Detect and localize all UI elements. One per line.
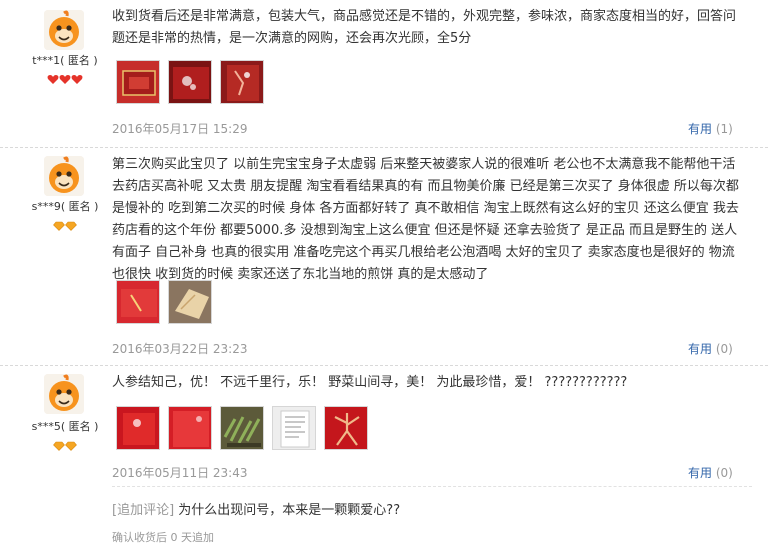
useful-count: (0): [715, 342, 733, 356]
herbs-photo: [221, 407, 263, 449]
gold-diamond-icon: [65, 221, 77, 231]
useful-vote[interactable]: 有用 (0): [688, 340, 733, 357]
gold-diamond-icon: [65, 441, 77, 451]
review-text: 收到货看后还是非常满意，包装大气，商品感觉还是不错的，外观完整，参味浓，商家态度…: [112, 9, 737, 46]
review-date: 2016年03月22日 23:23: [112, 342, 248, 356]
username: s***5( 匿名 ): [0, 418, 130, 434]
anonymous-label: ( 匿名 ): [60, 54, 98, 67]
useful-count: (0): [715, 466, 733, 480]
review-item: t***1( 匿名 ) 收到货看后还是非常满意，包装大气，商品感觉还是不错的，外…: [0, 0, 768, 148]
append-divider: [112, 486, 752, 487]
append-tag: [追加评论]: [112, 503, 175, 518]
append-text: 为什么出现问号，本来是一颗颗爱心??: [178, 503, 401, 518]
taobao-mascot-icon: [44, 156, 84, 196]
useful-button[interactable]: 有用: [688, 466, 712, 480]
anonymous-label: ( 匿名 ): [60, 200, 99, 213]
review-date: 2016年05月17日 15:29: [112, 122, 248, 136]
useful-vote[interactable]: 有用 (1): [688, 120, 733, 137]
username: t***1( 匿名 ): [0, 52, 130, 68]
review-photo[interactable]: [168, 280, 212, 324]
username: s***9( 匿名 ): [0, 198, 130, 214]
ginseng-photo: [325, 407, 367, 449]
avatar: [44, 156, 84, 196]
product-box-photo: [117, 407, 159, 449]
taobao-mascot-icon: [44, 10, 84, 50]
taobao-mascot-icon: [44, 374, 84, 414]
review-photo[interactable]: [324, 406, 368, 450]
gold-diamond-icon: [53, 221, 65, 231]
review-text: 人参结知己，优！ 不远千里行，乐！ 野菜山间寻，美！ 为此最珍惜，爱！ ????…: [112, 375, 628, 390]
red-heart-icon: [59, 75, 71, 84]
username-text: s***9: [31, 200, 61, 213]
useful-vote[interactable]: 有用 (0): [688, 464, 733, 481]
review-item: s***9( 匿名 ) 第三次购买此宝贝了 以前生完宝宝身子太虚弱 后来整天被婆…: [0, 148, 768, 366]
product-box-photo: [117, 61, 159, 103]
gold-diamond-icon: [53, 441, 65, 451]
buyer-rank: [0, 436, 130, 451]
product-box-photo: [169, 61, 211, 103]
product-box-photo: [221, 61, 263, 103]
buyer-rank: [0, 70, 130, 84]
pancake-photo: [169, 281, 211, 323]
review-date: 2016年05月11日 23:43: [112, 466, 248, 480]
useful-button[interactable]: 有用: [688, 122, 712, 136]
review-photo[interactable]: [168, 406, 212, 450]
review-photo[interactable]: [272, 406, 316, 450]
review-photo[interactable]: [116, 280, 160, 324]
avatar: [44, 374, 84, 414]
red-heart-icon: [71, 75, 83, 84]
appended-review: [追加评论] 为什么出现问号，本来是一颗颗爱心??: [112, 499, 752, 518]
review-text: 第三次购买此宝贝了 以前生完宝宝身子太虚弱 后来整天被婆家人说的很难听 老公也不…: [112, 157, 739, 282]
useful-count: (1): [715, 122, 733, 136]
username-text: t***1: [32, 54, 61, 67]
append-meta: 确认收货后 0 天追加: [112, 531, 214, 544]
review-photo[interactable]: [116, 60, 160, 104]
document-photo: [273, 407, 315, 449]
red-heart-icon: [47, 75, 59, 84]
product-box-photo: [169, 407, 211, 449]
review-photo[interactable]: [220, 60, 264, 104]
review-photo[interactable]: [220, 406, 264, 450]
username-text: s***5: [31, 420, 61, 433]
review-item: s***5( 匿名 ) 人参结知己，优！ 不远千里行，乐！ 野菜山间寻，美！ 为…: [0, 366, 768, 557]
product-box-photo: [117, 281, 159, 323]
review-photo[interactable]: [168, 60, 212, 104]
buyer-rank: [0, 216, 130, 231]
anonymous-label: ( 匿名 ): [60, 420, 99, 433]
review-photo[interactable]: [116, 406, 160, 450]
useful-button[interactable]: 有用: [688, 342, 712, 356]
avatar: [44, 10, 84, 50]
